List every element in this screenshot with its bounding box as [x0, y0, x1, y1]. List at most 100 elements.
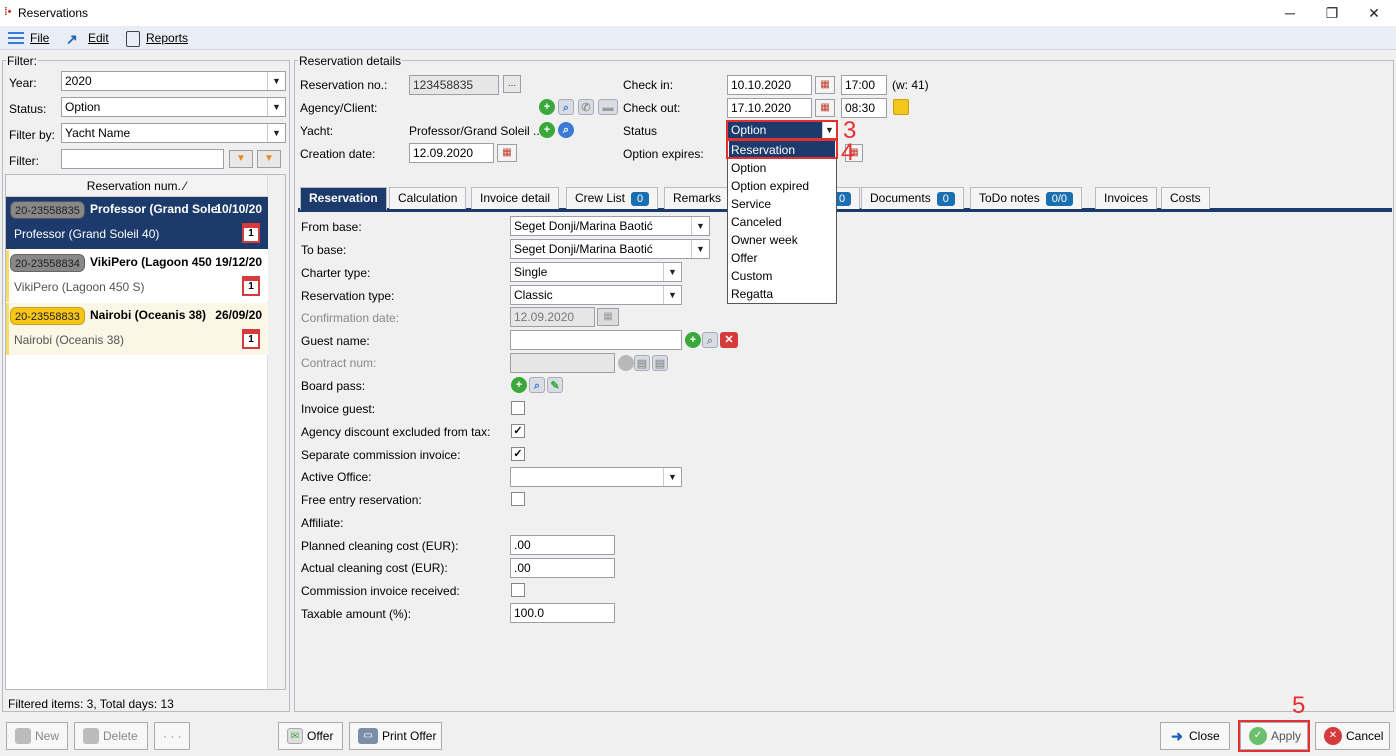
close-button[interactable]: ➜ Close: [1160, 722, 1230, 750]
calendar-icon[interactable]: ▦: [815, 99, 835, 117]
list-item[interactable]: 20-23558833 Nairobi (Oceanis 38) 26/09/2…: [6, 303, 268, 355]
commission-received-checkbox[interactable]: [511, 583, 525, 597]
add-guest-icon[interactable]: +: [685, 332, 701, 348]
search-agency-icon[interactable]: ⌕: [558, 99, 574, 115]
free-entry-checkbox[interactable]: [511, 492, 525, 506]
tab-crew-list[interactable]: Crew List 0: [566, 187, 659, 209]
details-group-label: Reservation details: [298, 54, 403, 68]
checkin-time-field[interactable]: 17:00: [841, 75, 887, 95]
edit-board-pass-icon[interactable]: ✎: [547, 377, 563, 393]
charter-type-label: Charter type:: [301, 266, 371, 280]
close-window-button[interactable]: ✕: [1354, 2, 1394, 24]
list-item[interactable]: 20-23558834 VikiPero (Lagoon 450 19/12/2…: [6, 250, 268, 302]
status-option-owner-week[interactable]: Owner week: [729, 231, 835, 249]
status-option-canceled[interactable]: Canceled: [729, 213, 835, 231]
planned-cleaning-input[interactable]: .00: [510, 535, 615, 555]
status-option-custom[interactable]: Custom: [729, 267, 835, 285]
invoice-guest-label: Invoice guest:: [301, 402, 376, 416]
app-icon: ⁞•: [4, 6, 12, 18]
actual-cleaning-input[interactable]: .00: [510, 558, 615, 578]
tab-todo-notes[interactable]: ToDo notes 0/0: [970, 187, 1082, 209]
status-option-option-expired[interactable]: Option expired: [729, 177, 835, 195]
reservation-type-combo[interactable]: Classic ▼: [510, 285, 682, 305]
filterby-combo[interactable]: Yacht Name ▼: [61, 123, 286, 143]
phone-icon[interactable]: ✆: [578, 99, 594, 115]
calendar-icon: 1: [242, 223, 260, 243]
status-filter-combo[interactable]: Option ▼: [61, 97, 286, 117]
list-scrollbar[interactable]: [267, 175, 285, 689]
tab-invoice-detail[interactable]: Invoice detail: [471, 187, 560, 209]
resno-lookup-button[interactable]: ...: [503, 75, 521, 93]
list-column-header[interactable]: Reservation num. ⁄: [6, 175, 267, 197]
annotation-4: 4: [841, 139, 855, 166]
note-icon[interactable]: [893, 99, 909, 115]
checkout-date-field[interactable]: 17.10.2020: [727, 98, 812, 118]
print-offer-button[interactable]: ▭ Print Offer: [349, 722, 442, 750]
filter-text-label: Filter:: [9, 154, 39, 168]
tab-remarks[interactable]: Remarks: [664, 187, 731, 209]
checkin-date-field[interactable]: 10.10.2020: [727, 75, 812, 95]
invoice-guest-checkbox[interactable]: [511, 401, 525, 415]
creation-date-field[interactable]: 12.09.2020: [409, 143, 494, 163]
offer-icon: ✉: [287, 728, 303, 744]
menu-file[interactable]: File: [8, 30, 49, 48]
tab-reservation[interactable]: Reservation: [300, 187, 387, 210]
delete-button[interactable]: Delete: [74, 722, 148, 750]
year-combo[interactable]: 2020 ▼: [61, 71, 286, 91]
tab-costs[interactable]: Costs: [1161, 187, 1210, 209]
minimize-button[interactable]: ─: [1270, 2, 1310, 24]
guest-name-input[interactable]: [510, 330, 682, 350]
add-yacht-icon[interactable]: +: [539, 122, 555, 138]
print-offer-button-label: Print Offer: [382, 729, 437, 743]
reservation-type-label: Reservation type:: [301, 289, 395, 303]
card-icon[interactable]: ▬: [598, 99, 618, 115]
checkout-label: Check out:: [623, 101, 681, 115]
to-base-combo[interactable]: Seget Donji/Marina Baotić ▼: [510, 239, 710, 259]
menu-reports-label: Reports: [146, 31, 189, 45]
separate-commission-checkbox[interactable]: ✓: [511, 447, 525, 461]
edit-menu-icon: ↗: [66, 30, 78, 47]
chevron-down-icon: ▼: [663, 468, 681, 486]
funnel-icon[interactable]: ▼: [229, 150, 253, 168]
add-agency-icon[interactable]: +: [539, 99, 555, 115]
menu-reports[interactable]: Reports: [126, 30, 188, 48]
file-menu-icon: [8, 31, 24, 46]
cancel-button[interactable]: ✕ Cancel: [1315, 722, 1390, 750]
cancel-button-label: Cancel: [1346, 729, 1384, 743]
add-board-pass-icon[interactable]: +: [511, 377, 527, 393]
cancel-x-icon: ✕: [1324, 727, 1342, 745]
status-option-regatta[interactable]: Regatta: [729, 285, 835, 303]
tab-documents[interactable]: Documents 0: [861, 187, 964, 209]
contract-num-field: [510, 353, 615, 373]
tab-invoices[interactable]: Invoices: [1095, 187, 1158, 209]
list-item[interactable]: 20-23558835 Professor (Grand Solei 10/10…: [6, 197, 268, 249]
search-yacht-icon[interactable]: ⌕: [558, 122, 574, 138]
checkout-time-field[interactable]: 08:30: [841, 98, 887, 118]
from-base-combo[interactable]: Seget Donji/Marina Baotić ▼: [510, 216, 710, 236]
status-option-offer[interactable]: Offer: [729, 249, 835, 267]
calendar-icon[interactable]: ▦: [815, 76, 835, 94]
status-option-service[interactable]: Service: [729, 195, 835, 213]
clear-filter-icon[interactable]: ▼: [257, 150, 281, 168]
tab-calculation[interactable]: Calculation: [389, 187, 467, 209]
search-board-pass-icon[interactable]: ⌕: [529, 377, 545, 393]
taxable-amount-input[interactable]: 100.0: [510, 603, 615, 623]
more-button[interactable]: · · ·: [154, 722, 190, 750]
calendar-icon[interactable]: ▦: [497, 144, 517, 162]
filter-text-input[interactable]: [61, 149, 224, 169]
remove-guest-icon[interactable]: ✕: [720, 332, 738, 348]
menu-edit[interactable]: ↗ Edit: [66, 30, 109, 48]
charter-type-combo[interactable]: Single ▼: [510, 262, 682, 282]
crew-count-badge: 0: [631, 192, 650, 206]
filter-group-label: Filter:: [6, 54, 38, 68]
status-option-option[interactable]: Option: [729, 159, 835, 177]
agency-discount-checkbox[interactable]: ✓: [511, 424, 525, 438]
week-label: (w: 41): [892, 78, 929, 92]
active-office-combo[interactable]: ▼: [510, 467, 682, 487]
offer-button[interactable]: ✉ Offer: [278, 722, 343, 750]
new-button[interactable]: New: [6, 722, 68, 750]
contract-num-label: Contract num:: [301, 356, 377, 370]
menu-edit-label: Edit: [88, 31, 109, 45]
maximize-button[interactable]: ❐: [1312, 2, 1352, 24]
search-guest-icon[interactable]: ⌕: [702, 332, 718, 348]
